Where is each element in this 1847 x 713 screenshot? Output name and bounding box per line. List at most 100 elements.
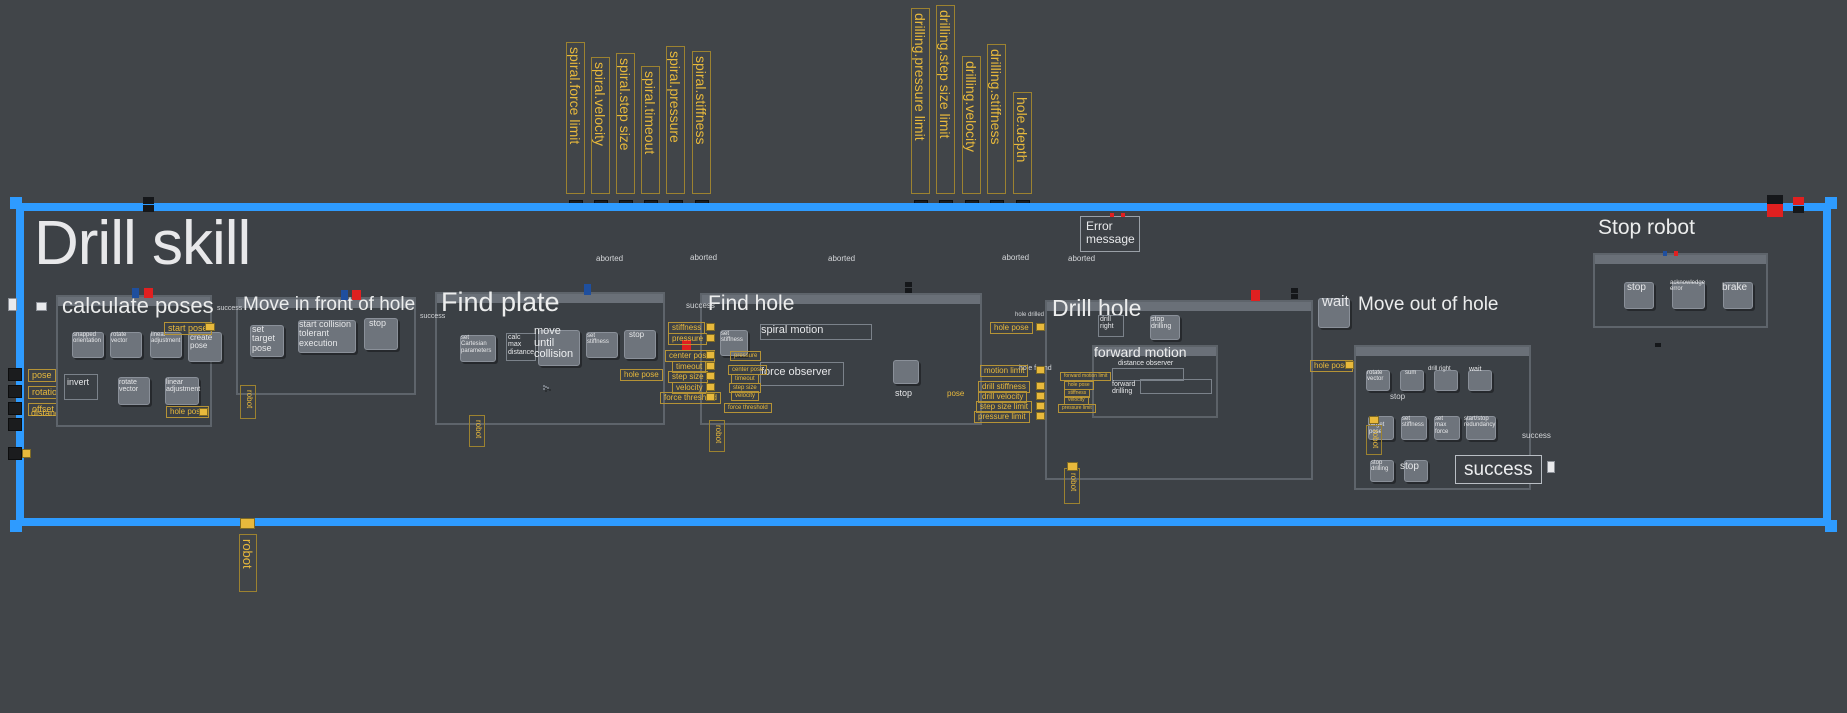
- port-robot[interactable]: robot: [1064, 468, 1080, 504]
- inner-port-pressure-limit[interactable]: pressure limit: [1058, 404, 1096, 413]
- leaf-set-max-force[interactable]: [1434, 416, 1460, 440]
- port-pressure-limit[interactable]: pressure limit: [974, 411, 1030, 423]
- root-success-output[interactable]: success: [1455, 455, 1542, 484]
- resize-handle-tl[interactable]: [10, 197, 22, 209]
- outcome-marker[interactable]: [1291, 288, 1298, 293]
- port-robot[interactable]: robot: [469, 415, 485, 447]
- root-input-connector[interactable]: [8, 385, 22, 398]
- outcome-marker[interactable]: [1663, 251, 1667, 256]
- aborted-marker[interactable]: [144, 288, 153, 298]
- port-connector[interactable]: [706, 334, 715, 342]
- root-outcome-marker[interactable]: [143, 197, 154, 204]
- port-connector[interactable]: [199, 408, 208, 416]
- aborted-marker[interactable]: [1251, 290, 1260, 301]
- global-param-spiral-pressure[interactable]: spiral.pressure: [666, 46, 685, 194]
- leaf-snapped-orientation[interactable]: [72, 332, 104, 358]
- root-aborted-port[interactable]: [1767, 204, 1783, 217]
- root-input-connector[interactable]: [8, 418, 22, 431]
- port-pressure[interactable]: pressure: [668, 333, 708, 345]
- port-hole-pose[interactable]: hole pose: [990, 322, 1033, 334]
- port-connector[interactable]: [1369, 416, 1379, 424]
- root-input-connector[interactable]: [8, 368, 22, 381]
- global-param-spiral-stiffness[interactable]: spiral.stiffness: [692, 51, 711, 194]
- port-connector[interactable]: [706, 323, 715, 331]
- outcome-marker[interactable]: [132, 288, 139, 298]
- outcome-marker[interactable]: [1291, 294, 1298, 299]
- state-machine-canvas[interactable]: spiral.force limit spiral.velocity spira…: [0, 0, 1847, 713]
- global-param-drilling-pressure-limit[interactable]: drilling.pressure limit: [911, 8, 930, 194]
- leaf-create-pose[interactable]: [188, 332, 222, 362]
- leaf-sum[interactable]: [1400, 370, 1424, 391]
- resize-handle-tr[interactable]: [1825, 197, 1837, 209]
- port-robot[interactable]: robot: [709, 420, 725, 452]
- root-outcome-marker[interactable]: [1793, 206, 1804, 213]
- root-entry-port[interactable]: [8, 298, 17, 311]
- outcome-marker[interactable]: [584, 284, 591, 295]
- leaf-move-until-collision[interactable]: [538, 330, 580, 366]
- leaf-start-stop-redundancy[interactable]: [1466, 416, 1496, 440]
- error-marker[interactable]: [1110, 213, 1114, 217]
- leaf-set-stiffness[interactable]: [1401, 416, 1427, 440]
- leaf-brake[interactable]: [1723, 282, 1753, 309]
- port-connector[interactable]: [706, 383, 715, 391]
- inner-port-pressure[interactable]: pressure: [730, 351, 762, 361]
- global-param-spiral-velocity[interactable]: spiral.velocity: [591, 57, 610, 194]
- leaf-linear-adjustment[interactable]: [150, 332, 182, 358]
- state-error-message[interactable]: Error message: [1080, 216, 1140, 252]
- root-aborted-marker[interactable]: [1793, 197, 1804, 205]
- port-motion-limit[interactable]: motion limit: [980, 365, 1029, 377]
- port-connector[interactable]: [1036, 412, 1045, 420]
- port-connector[interactable]: [1036, 392, 1045, 400]
- leaf-cartesian-parameters[interactable]: [460, 335, 496, 362]
- leaf-stop-drilling[interactable]: [1370, 460, 1394, 482]
- port-connector[interactable]: [1036, 323, 1045, 331]
- root-robot-port-connector[interactable]: [240, 518, 255, 529]
- outcome-marker[interactable]: [1655, 343, 1661, 347]
- global-param-hole-depth[interactable]: hole.depth: [1013, 92, 1032, 194]
- leaf-forward-drilling-box[interactable]: [1140, 379, 1212, 394]
- leaf-invert[interactable]: [64, 374, 98, 400]
- leaf-cart-params[interactable]: [547, 387, 549, 389]
- leaf-set-cartesian-parameters[interactable]: [543, 388, 545, 390]
- root-input-connector[interactable]: [8, 402, 22, 415]
- port-connector[interactable]: [1067, 462, 1078, 471]
- global-param-drilling-velocity[interactable]: drilling.velocity: [962, 56, 981, 194]
- leaf-stop[interactable]: [1404, 460, 1428, 482]
- leaf-stop[interactable]: [1624, 282, 1654, 309]
- root-entry-port[interactable]: [36, 302, 47, 311]
- leaf-rotate-vector-2[interactable]: [118, 377, 150, 405]
- leaf-calc-max-distance[interactable]: [506, 333, 536, 361]
- leaf-stop[interactable]: [364, 318, 398, 350]
- port-connector[interactable]: [205, 323, 215, 331]
- root-robot-port[interactable]: robot: [239, 534, 257, 592]
- state-wait[interactable]: [1318, 298, 1350, 328]
- global-param-drilling-step-size-limit[interactable]: drilling.step size limit: [936, 5, 955, 194]
- leaf-set-stiffness[interactable]: [586, 332, 618, 358]
- global-param-drilling-stiffness[interactable]: drilling.stiffness: [987, 44, 1006, 194]
- outcome-marker[interactable]: [905, 288, 912, 293]
- aborted-marker[interactable]: [1674, 251, 1678, 256]
- leaf-stop[interactable]: [624, 330, 656, 359]
- leaf-stop[interactable]: [893, 360, 919, 384]
- port-robot[interactable]: robot: [240, 385, 256, 419]
- port-connector[interactable]: [1036, 402, 1045, 410]
- global-param-spiral-timeout[interactable]: spiral.timeout: [641, 66, 660, 194]
- resize-handle-bl[interactable]: [10, 520, 22, 532]
- error-marker[interactable]: [1121, 213, 1125, 217]
- port-robot[interactable]: robot: [1366, 425, 1382, 455]
- root-input-connector[interactable]: [8, 447, 22, 460]
- port-connector[interactable]: [706, 393, 715, 401]
- port-connector[interactable]: [1036, 382, 1045, 390]
- inner-port-velocity[interactable]: velocity: [731, 391, 760, 401]
- leaf-rotate-vector[interactable]: [110, 332, 142, 358]
- port-connector[interactable]: [1036, 366, 1045, 374]
- port-connector[interactable]: [1345, 361, 1354, 369]
- resize-handle-br[interactable]: [1825, 520, 1837, 532]
- port-connector[interactable]: [706, 362, 715, 370]
- port-connector[interactable]: [706, 372, 715, 380]
- leaf-set-target-pose[interactable]: [250, 325, 284, 357]
- root-input-pose[interactable]: pose: [28, 369, 56, 382]
- port-connector[interactable]: [706, 351, 715, 359]
- outcome-marker[interactable]: [905, 282, 912, 287]
- leaf-force-observer[interactable]: [760, 362, 844, 386]
